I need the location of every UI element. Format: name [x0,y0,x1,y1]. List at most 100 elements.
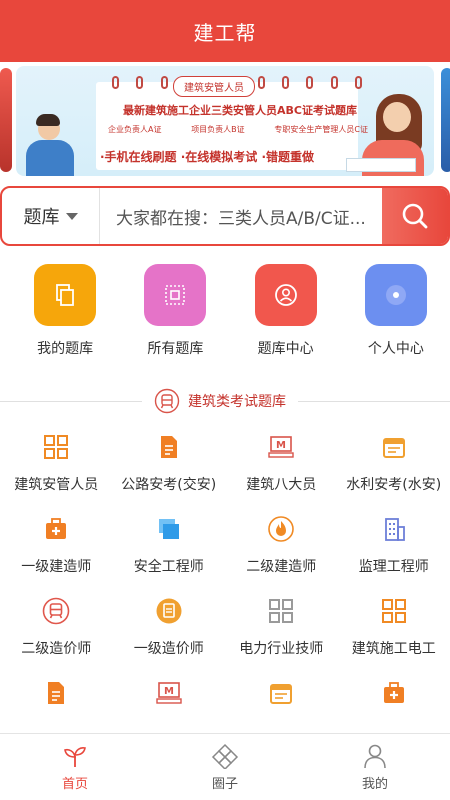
search-input[interactable]: 大家都在搜：三类人员A/B/C证... [100,204,382,229]
frame-icon [165,285,186,305]
building-icon [384,518,405,541]
banner-slide[interactable]: 建筑安管人员 最新建筑施工企业三类安管人员ABC证考试题库 企业负责人A证 项目… [16,66,434,176]
tab-label: 圈子 [211,776,238,792]
category-grid: 建筑安管人员 公路安考(交安) M 建筑八大员 水利安考(水安) 一级建造师 安… [0,432,450,760]
search-category-dropdown[interactable]: 题库 [2,188,100,244]
book-illustration [346,158,416,172]
flame-icon [268,516,295,542]
quick-links: 我的题库 所有题库 题库中心 个人中心 [0,264,450,358]
category-item[interactable]: 监理工程师 [338,514,450,596]
category-label: 一级造价师 [133,641,204,657]
receipt-icon [156,598,182,624]
category-item[interactable]: 二级建造师 [225,514,338,596]
man-hair-illustration [36,114,60,126]
tab-mine[interactable]: 我的 [300,734,450,800]
category-label: 公路安考(交安) [121,477,217,493]
banner-pill: 建筑安管人员 [173,76,255,97]
category-item[interactable]: 安全工程师 [113,514,226,596]
medkit-icon [383,682,404,703]
woman-head-illustration [383,102,411,132]
document-icon [160,436,177,458]
grid-icon [381,599,406,623]
banner-next-slide[interactable] [441,68,450,172]
category-label: 安全工程师 [133,559,204,575]
category-item[interactable]: 二级造价师 [0,596,113,678]
monitor-m-icon: M [156,682,182,704]
quick-label: 我的题库 [37,341,94,357]
disc-icon [385,285,406,305]
person-icon [364,744,386,768]
quick-label: 所有题库 [147,341,204,357]
category-label: 水利安考(水安) [346,477,442,493]
grid-icon [44,435,69,459]
quick-icon-tile [34,264,97,326]
category-label: 二级造价师 [21,641,92,657]
quick-label: 题库中心 [257,341,314,357]
folders-icon [158,519,179,539]
page-title: 建工帮 [193,20,257,45]
category-item[interactable]: 公路安考(交安) [113,432,226,514]
user-circle-icon [274,284,297,306]
category-item[interactable]: 水利安考(水安) [338,432,450,514]
monitor-m-icon: M [268,436,294,458]
category-item[interactable]: 建筑安管人员 [0,432,113,514]
svg-text:M: M [164,686,174,697]
category-label: 建筑施工电工 [351,641,436,657]
section-title: 建筑类考试题库 [142,388,298,414]
category-label: 一级建造师 [21,559,92,575]
section-header: 建筑类考试题库 [0,384,450,418]
train-icon [154,388,180,414]
category-item[interactable]: 建筑施工电工 [338,596,450,678]
copy-icon [56,284,75,306]
tab-circle[interactable]: 圈子 [150,734,300,800]
category-label: 二级建造师 [246,559,317,575]
search-button[interactable] [382,188,448,244]
banner-prev-slide[interactable] [0,68,12,172]
calendar-icon [382,438,405,458]
quick-icon-tile [364,264,427,326]
category-label: 建筑八大员 [246,477,317,493]
banner-title: 最新建筑施工企业三类安管人员ABC证考试题库 [123,104,357,117]
tab-home[interactable]: 首页 [0,734,150,800]
category-item[interactable]: 电力行业技师 [225,596,338,678]
medkit-icon [46,518,67,539]
category-item[interactable]: M 建筑八大员 [225,432,338,514]
tab-label: 首页 [61,776,88,792]
quick-label: 个人中心 [367,341,424,357]
caret-down-icon [65,212,78,220]
quick-bank-center[interactable]: 题库中心 [232,264,340,358]
train-icon [42,597,70,625]
banner-subtitle: 项目负责人B证 [191,125,245,134]
section-title-text: 建筑类考试题库 [188,394,286,410]
quick-icon-tile [254,264,317,326]
banner-subtitle: 企业负责人A证 [108,125,162,134]
quick-icon-tile [144,264,207,326]
calendar-icon [270,684,293,704]
document-icon [48,682,65,704]
search-icon [402,203,428,229]
banner-subtitle: 专职安全生产管理人员C证 [274,125,368,134]
divider [298,400,450,402]
divider [0,400,142,402]
banner-features: ·手机在线刷题 ·在线模拟考试 ·错题重做 [100,150,315,164]
category-label: 电力行业技师 [239,641,324,657]
search-bar: 题库 大家都在搜：三类人员A/B/C证... [0,186,450,246]
app-header: 建工帮 [0,0,450,62]
quick-all-banks[interactable]: 所有题库 [121,264,229,358]
banner-subtitles: 企业负责人A证 项目负责人B证 专职安全生产管理人员C证 [108,124,368,135]
category-item[interactable]: 一级造价师 [113,596,226,678]
tab-label: 我的 [361,776,388,792]
quick-personal-center[interactable]: 个人中心 [342,264,450,358]
diamond-grid-icon [211,743,239,769]
category-label: 建筑安管人员 [14,477,99,493]
search-category-label: 题库 [23,207,60,228]
svg-text:M: M [276,440,286,451]
bottom-tab-bar: 首页 圈子 我的 [0,733,450,800]
category-item[interactable]: 一级建造师 [0,514,113,596]
quick-my-bank[interactable]: 我的题库 [11,264,119,358]
category-label: 监理工程师 [358,559,429,575]
man-illustration [26,140,74,176]
banner-carousel[interactable]: 建筑安管人员 最新建筑施工企业三类安管人员ABC证考试题库 企业负责人A证 项目… [0,62,450,184]
sprout-icon [64,746,86,767]
grid-gray-icon [269,599,294,623]
